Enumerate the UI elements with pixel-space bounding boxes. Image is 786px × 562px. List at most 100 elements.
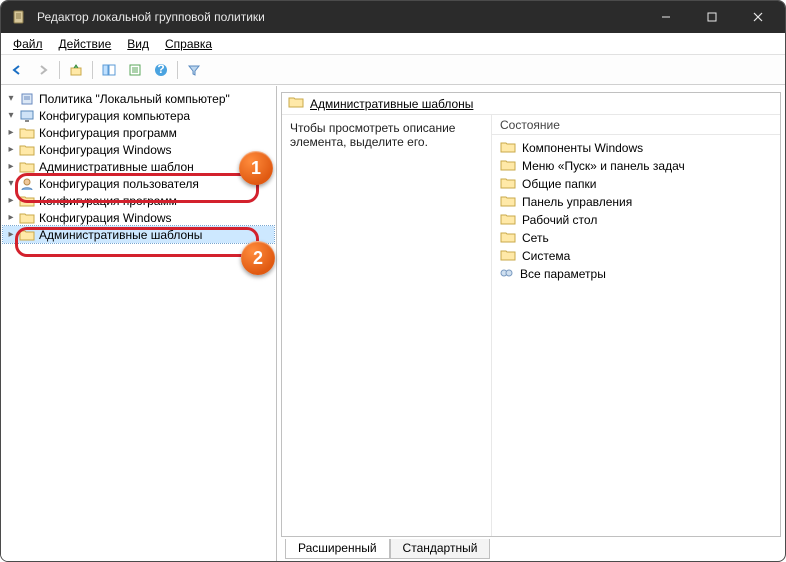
tree-pane: ▾ Политика "Локальный компьютер" ▾ Конфи… bbox=[1, 86, 277, 561]
help-button[interactable]: ? bbox=[149, 59, 173, 81]
folder-icon bbox=[500, 231, 516, 246]
folder-icon bbox=[19, 143, 35, 157]
expand-icon[interactable]: ▸ bbox=[5, 144, 17, 156]
tree-label: Административные шаблон bbox=[37, 160, 194, 174]
up-button[interactable] bbox=[64, 59, 88, 81]
svg-text:?: ? bbox=[157, 63, 164, 76]
tab-standard[interactable]: Стандартный bbox=[390, 539, 491, 559]
policy-icon bbox=[19, 92, 35, 106]
app-icon bbox=[11, 9, 27, 25]
description-panel: Чтобы просмотреть описание элемента, выд… bbox=[282, 115, 492, 536]
item-label: Все параметры bbox=[520, 267, 606, 281]
list-item[interactable]: Рабочий стол bbox=[498, 211, 774, 229]
collapse-icon[interactable]: ▾ bbox=[5, 178, 17, 190]
tree-root[interactable]: ▾ Политика "Локальный компьютер" bbox=[3, 90, 274, 107]
forward-button[interactable] bbox=[31, 59, 55, 81]
folder-icon bbox=[19, 126, 35, 140]
tree-label: Конфигурация Windows bbox=[37, 143, 172, 157]
menu-action[interactable]: Действие bbox=[51, 35, 120, 53]
back-button[interactable] bbox=[5, 59, 29, 81]
item-label: Общие папки bbox=[522, 177, 596, 191]
expand-icon[interactable]: ▸ bbox=[5, 229, 17, 241]
item-label: Меню «Пуск» и панель задач bbox=[522, 159, 685, 173]
expand-icon[interactable]: ▸ bbox=[5, 161, 17, 173]
computer-icon bbox=[19, 109, 35, 123]
folder-icon bbox=[19, 228, 35, 242]
user-icon bbox=[19, 177, 35, 191]
folder-icon bbox=[500, 249, 516, 264]
tree-label: Конфигурация программ bbox=[37, 126, 177, 140]
collapse-icon[interactable]: ▾ bbox=[5, 110, 17, 122]
folder-icon bbox=[19, 211, 35, 225]
folder-icon bbox=[500, 177, 516, 192]
item-label: Рабочий стол bbox=[522, 213, 597, 227]
tree-cc-software[interactable]: ▸ Конфигурация программ bbox=[3, 124, 274, 141]
expand-icon[interactable]: ▸ bbox=[5, 212, 17, 224]
toolbar-separator bbox=[92, 61, 93, 79]
list-item[interactable]: Система bbox=[498, 247, 774, 265]
tree-uc-software[interactable]: ▸ Конфигурация программ bbox=[3, 192, 274, 209]
tree-uc-windows[interactable]: ▸ Конфигурация Windows bbox=[3, 209, 274, 226]
tree-cc-admin[interactable]: ▸ Административные шаблон bbox=[3, 158, 274, 175]
item-label: Панель управления bbox=[522, 195, 632, 209]
content-body: Административные шаблоны Чтобы просмотре… bbox=[281, 92, 781, 537]
list-item[interactable]: Компоненты Windows bbox=[498, 139, 774, 157]
window-controls bbox=[643, 1, 781, 33]
folder-icon bbox=[500, 141, 516, 156]
folder-icon bbox=[500, 159, 516, 174]
close-button[interactable] bbox=[735, 1, 781, 33]
main-area: ▾ Политика "Локальный компьютер" ▾ Конфи… bbox=[1, 85, 785, 561]
column-header-state[interactable]: Состояние bbox=[492, 115, 780, 135]
export-list-button[interactable] bbox=[123, 59, 147, 81]
tree-cc-windows[interactable]: ▸ Конфигурация Windows bbox=[3, 141, 274, 158]
settings-icon bbox=[500, 267, 514, 282]
folder-icon bbox=[19, 160, 35, 174]
folder-icon bbox=[500, 213, 516, 228]
list-item[interactable]: Сеть bbox=[498, 229, 774, 247]
collapse-icon[interactable]: ▾ bbox=[5, 93, 17, 105]
show-hide-tree-button[interactable] bbox=[97, 59, 121, 81]
item-list: Компоненты Windows Меню «Пуск» и панель … bbox=[492, 135, 780, 287]
tree-label: Конфигурация программ bbox=[37, 194, 177, 208]
list-item[interactable]: Меню «Пуск» и панель задач bbox=[498, 157, 774, 175]
menu-file[interactable]: Файл bbox=[5, 35, 51, 53]
tree-label: Конфигурация компьютера bbox=[37, 109, 190, 123]
content-pane: Административные шаблоны Чтобы просмотре… bbox=[277, 86, 785, 561]
folder-icon bbox=[288, 96, 304, 111]
window-title: Редактор локальной групповой политики bbox=[37, 10, 633, 24]
menu-view[interactable]: Вид bbox=[119, 35, 157, 53]
filter-button[interactable] bbox=[182, 59, 206, 81]
list-item[interactable]: Панель управления bbox=[498, 193, 774, 211]
content-columns: Чтобы просмотреть описание элемента, выд… bbox=[282, 115, 780, 536]
tabs: Расширенный Стандартный bbox=[281, 537, 781, 559]
item-label: Компоненты Windows bbox=[522, 141, 643, 155]
menu-help[interactable]: Справка bbox=[157, 35, 220, 53]
expand-icon[interactable]: ▸ bbox=[5, 195, 17, 207]
tree-label: Административные шаблоны bbox=[37, 228, 202, 242]
list-item[interactable]: Общие папки bbox=[498, 175, 774, 193]
menu-bar: Файл Действие Вид Справка bbox=[1, 33, 785, 55]
toolbar-separator bbox=[59, 61, 60, 79]
title-bar: Редактор локальной групповой политики bbox=[1, 1, 785, 33]
tree-label: Конфигурация Windows bbox=[37, 211, 172, 225]
maximize-button[interactable] bbox=[689, 1, 735, 33]
item-label: Система bbox=[522, 249, 570, 263]
tree-user-config[interactable]: ▾ Конфигурация пользователя bbox=[3, 175, 274, 192]
toolbar: ? bbox=[1, 55, 785, 85]
folder-icon bbox=[19, 194, 35, 208]
tree-computer-config[interactable]: ▾ Конфигурация компьютера bbox=[3, 107, 274, 124]
item-label: Сеть bbox=[522, 231, 549, 245]
tree-label: Конфигурация пользователя bbox=[37, 177, 199, 191]
expand-icon[interactable]: ▸ bbox=[5, 127, 17, 139]
breadcrumb-label: Административные шаблоны bbox=[310, 97, 473, 111]
minimize-button[interactable] bbox=[643, 1, 689, 33]
breadcrumb: Административные шаблоны bbox=[282, 93, 780, 115]
tree-uc-admin[interactable]: ▸ Административные шаблоны bbox=[3, 226, 274, 243]
tree-label: Политика "Локальный компьютер" bbox=[37, 92, 230, 106]
folder-icon bbox=[500, 195, 516, 210]
tab-extended[interactable]: Расширенный bbox=[285, 539, 390, 559]
list-panel: Состояние Компоненты Windows Меню «Пуск»… bbox=[492, 115, 780, 536]
list-item[interactable]: Все параметры bbox=[498, 265, 774, 283]
toolbar-separator bbox=[177, 61, 178, 79]
description-text: Чтобы просмотреть описание элемента, выд… bbox=[290, 121, 455, 149]
